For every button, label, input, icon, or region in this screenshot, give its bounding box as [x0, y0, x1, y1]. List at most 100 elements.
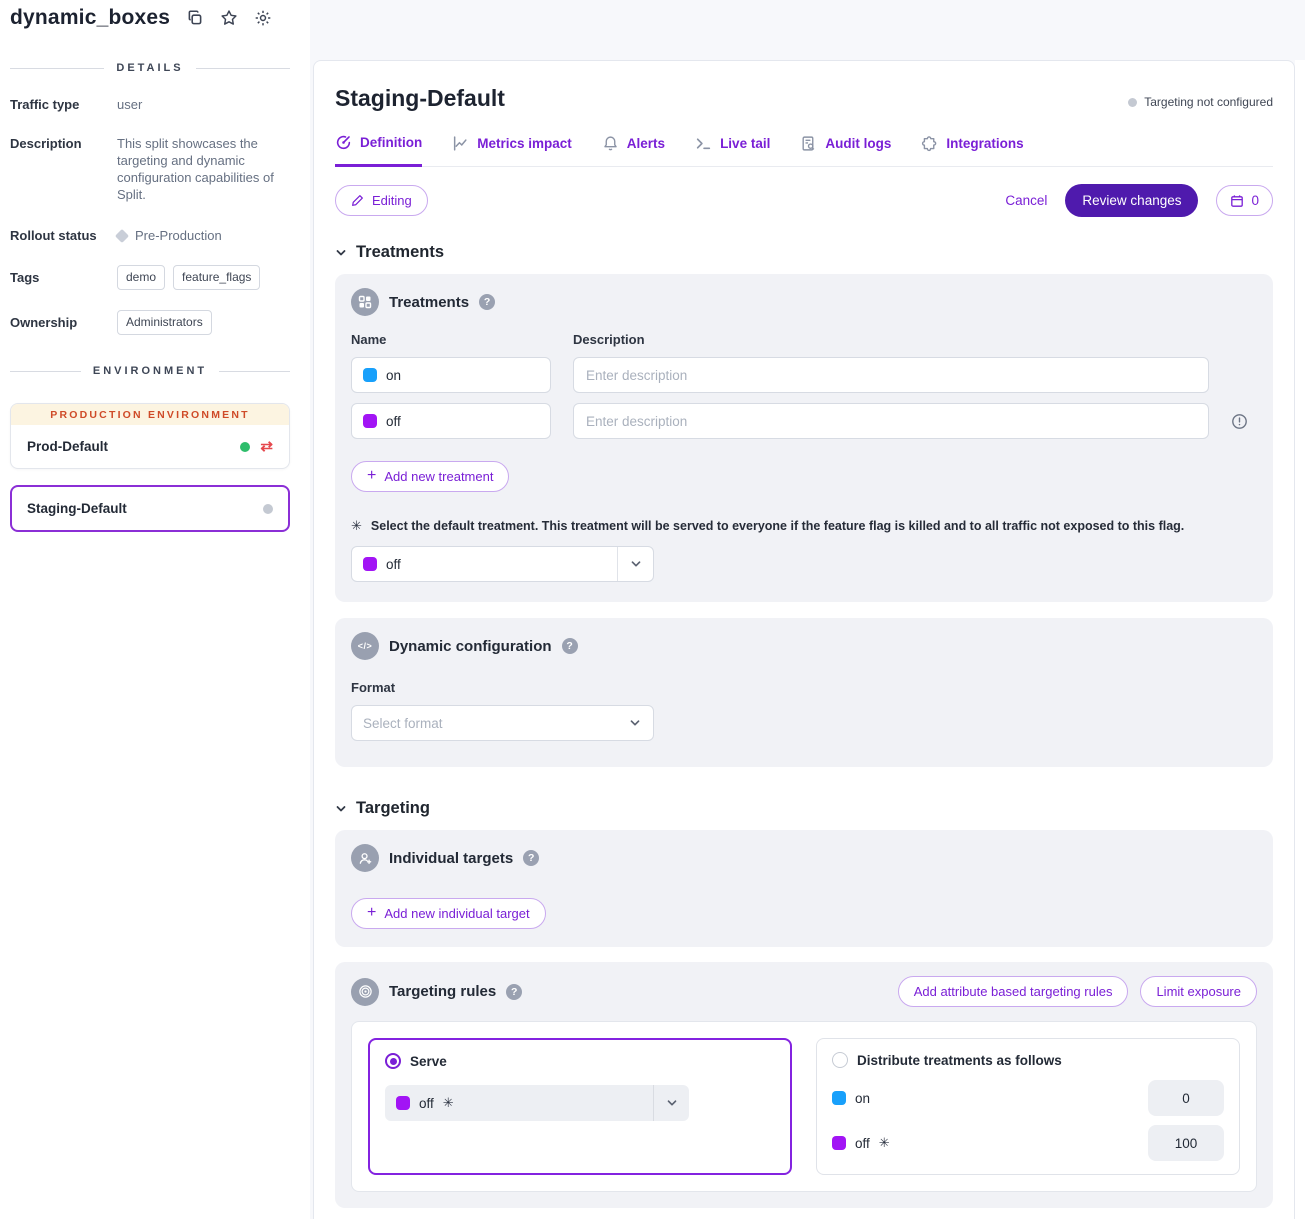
add-attribute-rules-button[interactable]: Add attribute based targeting rules — [898, 976, 1129, 1007]
tab-label: Definition — [360, 135, 422, 150]
tag-chip[interactable]: feature_flags — [173, 265, 260, 290]
treatments-section-title: Treatments — [356, 243, 444, 262]
format-label: Format — [351, 680, 1257, 695]
environment-heading: ENVIRONMENT — [93, 365, 207, 377]
chevron-down-icon[interactable] — [335, 247, 347, 259]
review-changes-button[interactable]: Review changes — [1065, 184, 1198, 217]
description-value: This split showcases the targeting and d… — [117, 135, 290, 203]
copy-icon[interactable] — [186, 9, 204, 27]
person-add-icon — [351, 844, 379, 872]
tab-live-tail[interactable]: Live tail — [695, 134, 770, 166]
info-alert-icon[interactable] — [1231, 413, 1257, 430]
prod-status-dot — [240, 442, 250, 452]
treatment-row: on — [351, 357, 1257, 393]
staging-env-name: Staging-Default — [27, 501, 127, 516]
targeting-rules-card: Targeting rules ? Add attribute based ta… — [335, 962, 1273, 1208]
treatment-color-chip — [832, 1091, 846, 1105]
details-divider: DETAILS — [10, 62, 290, 74]
treatment-color-chip — [396, 1096, 410, 1110]
limit-exposure-button[interactable]: Limit exposure — [1140, 976, 1257, 1007]
serve-radio[interactable] — [385, 1053, 401, 1069]
treatment-name-input[interactable]: off — [351, 403, 551, 439]
format-select[interactable]: Select format — [351, 705, 654, 741]
staging-status-dot — [263, 504, 273, 514]
environment-card-prod[interactable]: PRODUCTION ENVIRONMENT Prod-Default ⇄ — [10, 403, 290, 469]
tab-label: Live tail — [720, 136, 770, 151]
tab-audit-logs[interactable]: Audit logs — [800, 134, 891, 166]
flag-header: dynamic_boxes — [0, 0, 310, 32]
traffic-type-label: Traffic type — [10, 96, 117, 113]
details-heading: DETAILS — [116, 62, 183, 74]
tab-integrations[interactable]: Integrations — [921, 134, 1023, 166]
help-icon[interactable]: ? — [523, 850, 539, 866]
add-individual-target-button[interactable]: + Add new individual target — [351, 898, 546, 929]
code-icon: </> — [351, 632, 379, 660]
help-icon[interactable]: ? — [506, 984, 522, 1000]
chevron-down-icon[interactable] — [335, 803, 347, 815]
distribution-treatment-name: on — [855, 1091, 870, 1106]
default-treatment-icon: ✳ — [879, 1135, 890, 1151]
rule-editor-panel: Serve off ✳ Distribute treatments — [351, 1021, 1257, 1192]
status-dot — [1128, 98, 1137, 107]
default-treatment-select[interactable]: off — [351, 546, 654, 582]
treatments-card-title: Treatments — [389, 294, 469, 311]
treatment-description-input[interactable] — [573, 357, 1209, 393]
calendar-icon — [1230, 194, 1244, 208]
help-icon[interactable]: ? — [479, 294, 495, 310]
environment-divider: ENVIRONMENT — [10, 365, 290, 377]
serve-label: Serve — [410, 1054, 447, 1069]
cancel-button[interactable]: Cancel — [1005, 193, 1047, 208]
tags-label: Tags — [10, 269, 117, 290]
add-individual-target-label: Add new individual target — [384, 906, 529, 921]
treatment-name-input[interactable]: on — [351, 357, 551, 393]
transfer-arrows-icon[interactable]: ⇄ — [260, 439, 273, 454]
dynamic-configuration-title: Dynamic configuration — [389, 638, 552, 655]
bell-icon — [602, 135, 619, 152]
distribute-radio[interactable] — [832, 1052, 848, 1068]
individual-targets-title: Individual targets — [389, 850, 513, 867]
prod-env-name: Prod-Default — [27, 439, 108, 454]
owner-chip[interactable]: Administrators — [117, 310, 212, 335]
treatment-row: off — [351, 403, 1257, 439]
treatment-color-chip — [832, 1136, 846, 1150]
distribution-percent-input[interactable]: 0 — [1148, 1080, 1224, 1116]
treatment-description-input[interactable] — [573, 403, 1209, 439]
treatment-name: on — [386, 368, 401, 383]
format-placeholder: Select format — [363, 716, 443, 731]
serve-option-card[interactable]: Serve off ✳ — [368, 1038, 792, 1175]
add-new-treatment-button[interactable]: + Add new treatment — [351, 461, 509, 492]
add-treatment-label: Add new treatment — [384, 469, 493, 484]
tab-label: Metrics impact — [477, 136, 572, 151]
targeting-status-badge: Targeting not configured — [1128, 95, 1273, 109]
schedule-button[interactable]: 0 — [1216, 185, 1273, 216]
editing-label: Editing — [372, 193, 412, 208]
star-icon[interactable] — [220, 9, 238, 27]
environment-detail-panel: Staging-Default Targeting not configured… — [313, 60, 1295, 1219]
tab-label: Integrations — [946, 136, 1023, 151]
scrollbar-track[interactable] — [1295, 60, 1305, 1219]
tab-metrics-impact[interactable]: Metrics impact — [452, 134, 572, 166]
status-text: Targeting not configured — [1144, 95, 1273, 109]
gear-icon[interactable] — [254, 9, 272, 27]
individual-targets-card: Individual targets ? + Add new individua… — [335, 830, 1273, 947]
schedule-count: 0 — [1251, 193, 1259, 208]
treatment-color-chip — [363, 368, 377, 382]
editing-badge[interactable]: Editing — [335, 185, 428, 216]
pencil-icon — [351, 194, 364, 207]
terminal-icon — [695, 135, 712, 152]
tag-chip[interactable]: demo — [117, 265, 165, 290]
ownership-row: Ownership Administrators — [0, 310, 310, 335]
environment-card-staging[interactable]: Staging-Default — [10, 485, 290, 532]
serve-treatment-select[interactable]: off ✳ — [385, 1085, 689, 1121]
tab-bar: Definition Metrics impact Alerts Live ta… — [335, 134, 1273, 167]
tab-definition[interactable]: Definition — [335, 134, 422, 167]
definition-icon — [335, 134, 352, 151]
help-icon[interactable]: ? — [562, 638, 578, 654]
default-treatment-icon: ✳ — [351, 518, 362, 534]
distribution-percent-input[interactable]: 100 — [1148, 1125, 1224, 1161]
default-treatment-value: off — [386, 557, 401, 572]
tab-alerts[interactable]: Alerts — [602, 134, 665, 166]
chevron-down-icon — [653, 1085, 689, 1121]
distribute-option-card[interactable]: Distribute treatments as follows on 0 of… — [816, 1038, 1240, 1175]
ownership-label: Ownership — [10, 314, 117, 335]
